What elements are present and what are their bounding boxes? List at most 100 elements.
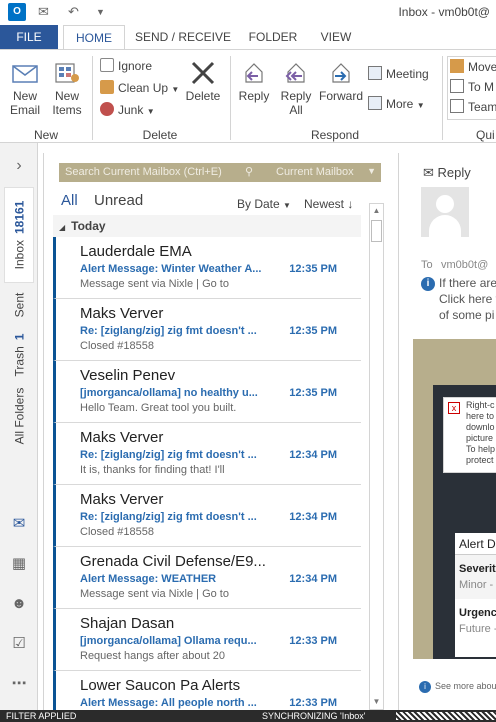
reading-reply-button[interactable]: ✉ Reply — [423, 165, 471, 181]
group-header-today[interactable]: ◢ Today — [53, 215, 361, 237]
severity-value: Minor - — [459, 579, 494, 591]
quick-step-team-label: Team — [468, 100, 496, 114]
message-list-scrollbar[interactable]: ▲ ▼ — [369, 203, 384, 710]
reply-all-button[interactable]: Reply All — [276, 60, 316, 117]
status-filter-applied: FILTER APPLIED — [6, 711, 77, 721]
delete-label: Delete — [185, 89, 221, 103]
more-respond-icon — [368, 96, 382, 110]
message-row[interactable]: Maks Verver Re: [ziglang/zig] zig fmt doe… — [53, 299, 361, 361]
meeting-label: Meeting — [386, 67, 429, 81]
meeting-button[interactable]: Meeting — [368, 66, 429, 81]
search-scope-dropdown-icon[interactable]: ▼ — [367, 166, 376, 176]
tab-home[interactable]: HOME — [63, 25, 125, 49]
message-row[interactable]: Lower Saucon Pa Alerts Alert Message: All… — [53, 671, 361, 710]
message-subject: Alert Message: WEATHER — [80, 573, 217, 585]
clean-up-button[interactable]: Clean Up ▼ — [100, 80, 179, 95]
blocked-image-text-5: To help — [466, 444, 496, 454]
quick-steps-gallery[interactable]: Move To M Team — [447, 56, 496, 120]
sort-by-date[interactable]: By Date ▼ — [237, 197, 291, 211]
inbox-unread-count: 18161 — [12, 200, 27, 235]
people-icon[interactable]: ☻ — [10, 595, 28, 613]
quick-step-team[interactable]: Team — [450, 99, 496, 114]
collapse-group-icon[interactable]: ◢ — [59, 223, 65, 232]
message-row[interactable]: Grenada Civil Defense/E9... Alert Message… — [53, 547, 361, 609]
info-bar[interactable]: If there are Click here t of some pi — [439, 275, 496, 323]
message-time: 12:33 PM — [289, 635, 337, 647]
search-icon[interactable]: ⚲ — [245, 165, 253, 178]
new-items-button[interactable]: New Items — [48, 60, 86, 117]
nav-all-folders[interactable]: All Folders — [4, 381, 34, 451]
nav-trash[interactable]: Trash 1 — [4, 329, 34, 381]
filter-bar: All Unread By Date ▼ Newest ↓ — [44, 192, 390, 212]
tab-file[interactable]: FILE — [0, 25, 58, 49]
message-row[interactable]: Lauderdale EMA Alert Message: Winter Weat… — [53, 237, 361, 299]
ignore-label: Ignore — [118, 59, 153, 73]
trash-label: Trash — [12, 346, 27, 377]
quick-access-dropdown-icon[interactable]: ▼ — [96, 7, 105, 17]
ribbon-separator — [230, 56, 231, 140]
ignore-button[interactable]: Ignore — [100, 58, 152, 73]
message-row[interactable]: Maks Verver Re: [ziglang/zig] zig fmt doe… — [53, 485, 361, 547]
more-respond-button[interactable]: More ▼ — [368, 96, 425, 111]
new-email-label: New Email — [9, 89, 40, 117]
more-apps-icon[interactable]: ⋯ — [10, 675, 28, 693]
search-input[interactable]: Search Current Mailbox (Ctrl+E) — [65, 166, 222, 178]
delete-button[interactable]: Delete — [184, 60, 222, 103]
sort-by-label: By Date — [237, 197, 280, 211]
filter-all[interactable]: All — [61, 192, 78, 209]
see-more-link[interactable]: i See more abou — [419, 681, 496, 693]
tab-folder[interactable]: FOLDER — [242, 25, 304, 49]
search-scope[interactable]: Current Mailbox — [276, 166, 354, 178]
filter-unread[interactable]: Unread — [94, 192, 143, 209]
expand-folder-pane-icon[interactable]: › — [10, 157, 28, 175]
scroll-down-icon[interactable]: ▼ — [370, 695, 383, 709]
message-subject: [jmorganca/ollama] Ollama requ... — [80, 635, 257, 647]
info-line-2: Click here t — [439, 292, 496, 306]
alert-details-card: Alert Dev Severit Minor - Urgenc Future … — [455, 533, 496, 657]
blocked-image-placeholder[interactable]: x Right-c here to downlo picture To help… — [443, 397, 496, 473]
quick-step-to-manager[interactable]: To M — [450, 79, 494, 94]
junk-button[interactable]: Junk ▼ — [100, 102, 155, 117]
outlook-app-icon: O — [8, 3, 26, 21]
clean-up-label: Clean Up — [118, 81, 169, 95]
tasks-icon[interactable]: ☑ — [10, 635, 28, 653]
message-sender: Lower Saucon Pa Alerts — [80, 677, 241, 694]
reading-pane: ✉ Reply To vm0b0t@ i If there are Click … — [398, 153, 496, 710]
message-row[interactable]: Veselin Penev [jmorganca/ollama] no healt… — [53, 361, 361, 423]
calendar-icon[interactable]: ▦ — [10, 555, 28, 573]
alert-severity-section: Severit Minor - — [455, 555, 496, 599]
sort-order[interactable]: Newest ↓ — [304, 197, 353, 211]
junk-icon — [100, 102, 114, 116]
all-folders-label: All Folders — [12, 387, 26, 445]
send-receive-all-icon[interactable]: ✉ — [38, 4, 49, 20]
tab-view[interactable]: VIEW — [312, 25, 360, 49]
message-row[interactable]: Shajan Dasan [jmorganca/ollama] Ollama re… — [53, 609, 361, 671]
to-label: To — [421, 259, 433, 271]
scroll-up-icon[interactable]: ▲ — [370, 204, 383, 218]
avatar-body-shape — [429, 215, 461, 237]
junk-label: Junk — [118, 103, 144, 117]
reply-button[interactable]: Reply — [234, 60, 274, 103]
message-subject: [jmorganca/ollama] no healthy u... — [80, 387, 258, 399]
scroll-thumb[interactable] — [371, 220, 382, 242]
undo-icon[interactable]: ↶ — [68, 4, 79, 20]
inbox-label: Inbox — [12, 240, 27, 270]
nav-inbox[interactable]: Inbox 18161 — [4, 187, 34, 283]
message-sender: Veselin Penev — [80, 367, 176, 384]
message-sender: Maks Verver — [80, 491, 164, 508]
mail-icon[interactable]: ✉ — [10, 515, 28, 533]
nav-sent[interactable]: Sent — [4, 285, 34, 325]
reply-all-label: Reply All — [280, 89, 312, 117]
new-email-button[interactable]: New Email — [6, 60, 44, 117]
junk-dropdown-icon: ▼ — [146, 107, 155, 116]
search-box[interactable]: Search Current Mailbox (Ctrl+E) ⚲ Curren… — [59, 163, 381, 182]
forward-button[interactable]: Forward — [318, 60, 364, 103]
trash-count: 1 — [12, 333, 27, 341]
tab-send-receive[interactable]: SEND / RECEIVE — [134, 25, 232, 49]
quick-step-move[interactable]: Move — [450, 59, 496, 74]
message-row[interactable]: Maks Verver Re: [ziglang/zig] zig fmt doe… — [53, 423, 361, 485]
quick-step-move-label: Move — [468, 60, 496, 74]
reading-reply-icon: ✉ — [423, 165, 434, 180]
more-label: More — [386, 97, 414, 111]
clean-up-dropdown-icon: ▼ — [171, 85, 180, 94]
